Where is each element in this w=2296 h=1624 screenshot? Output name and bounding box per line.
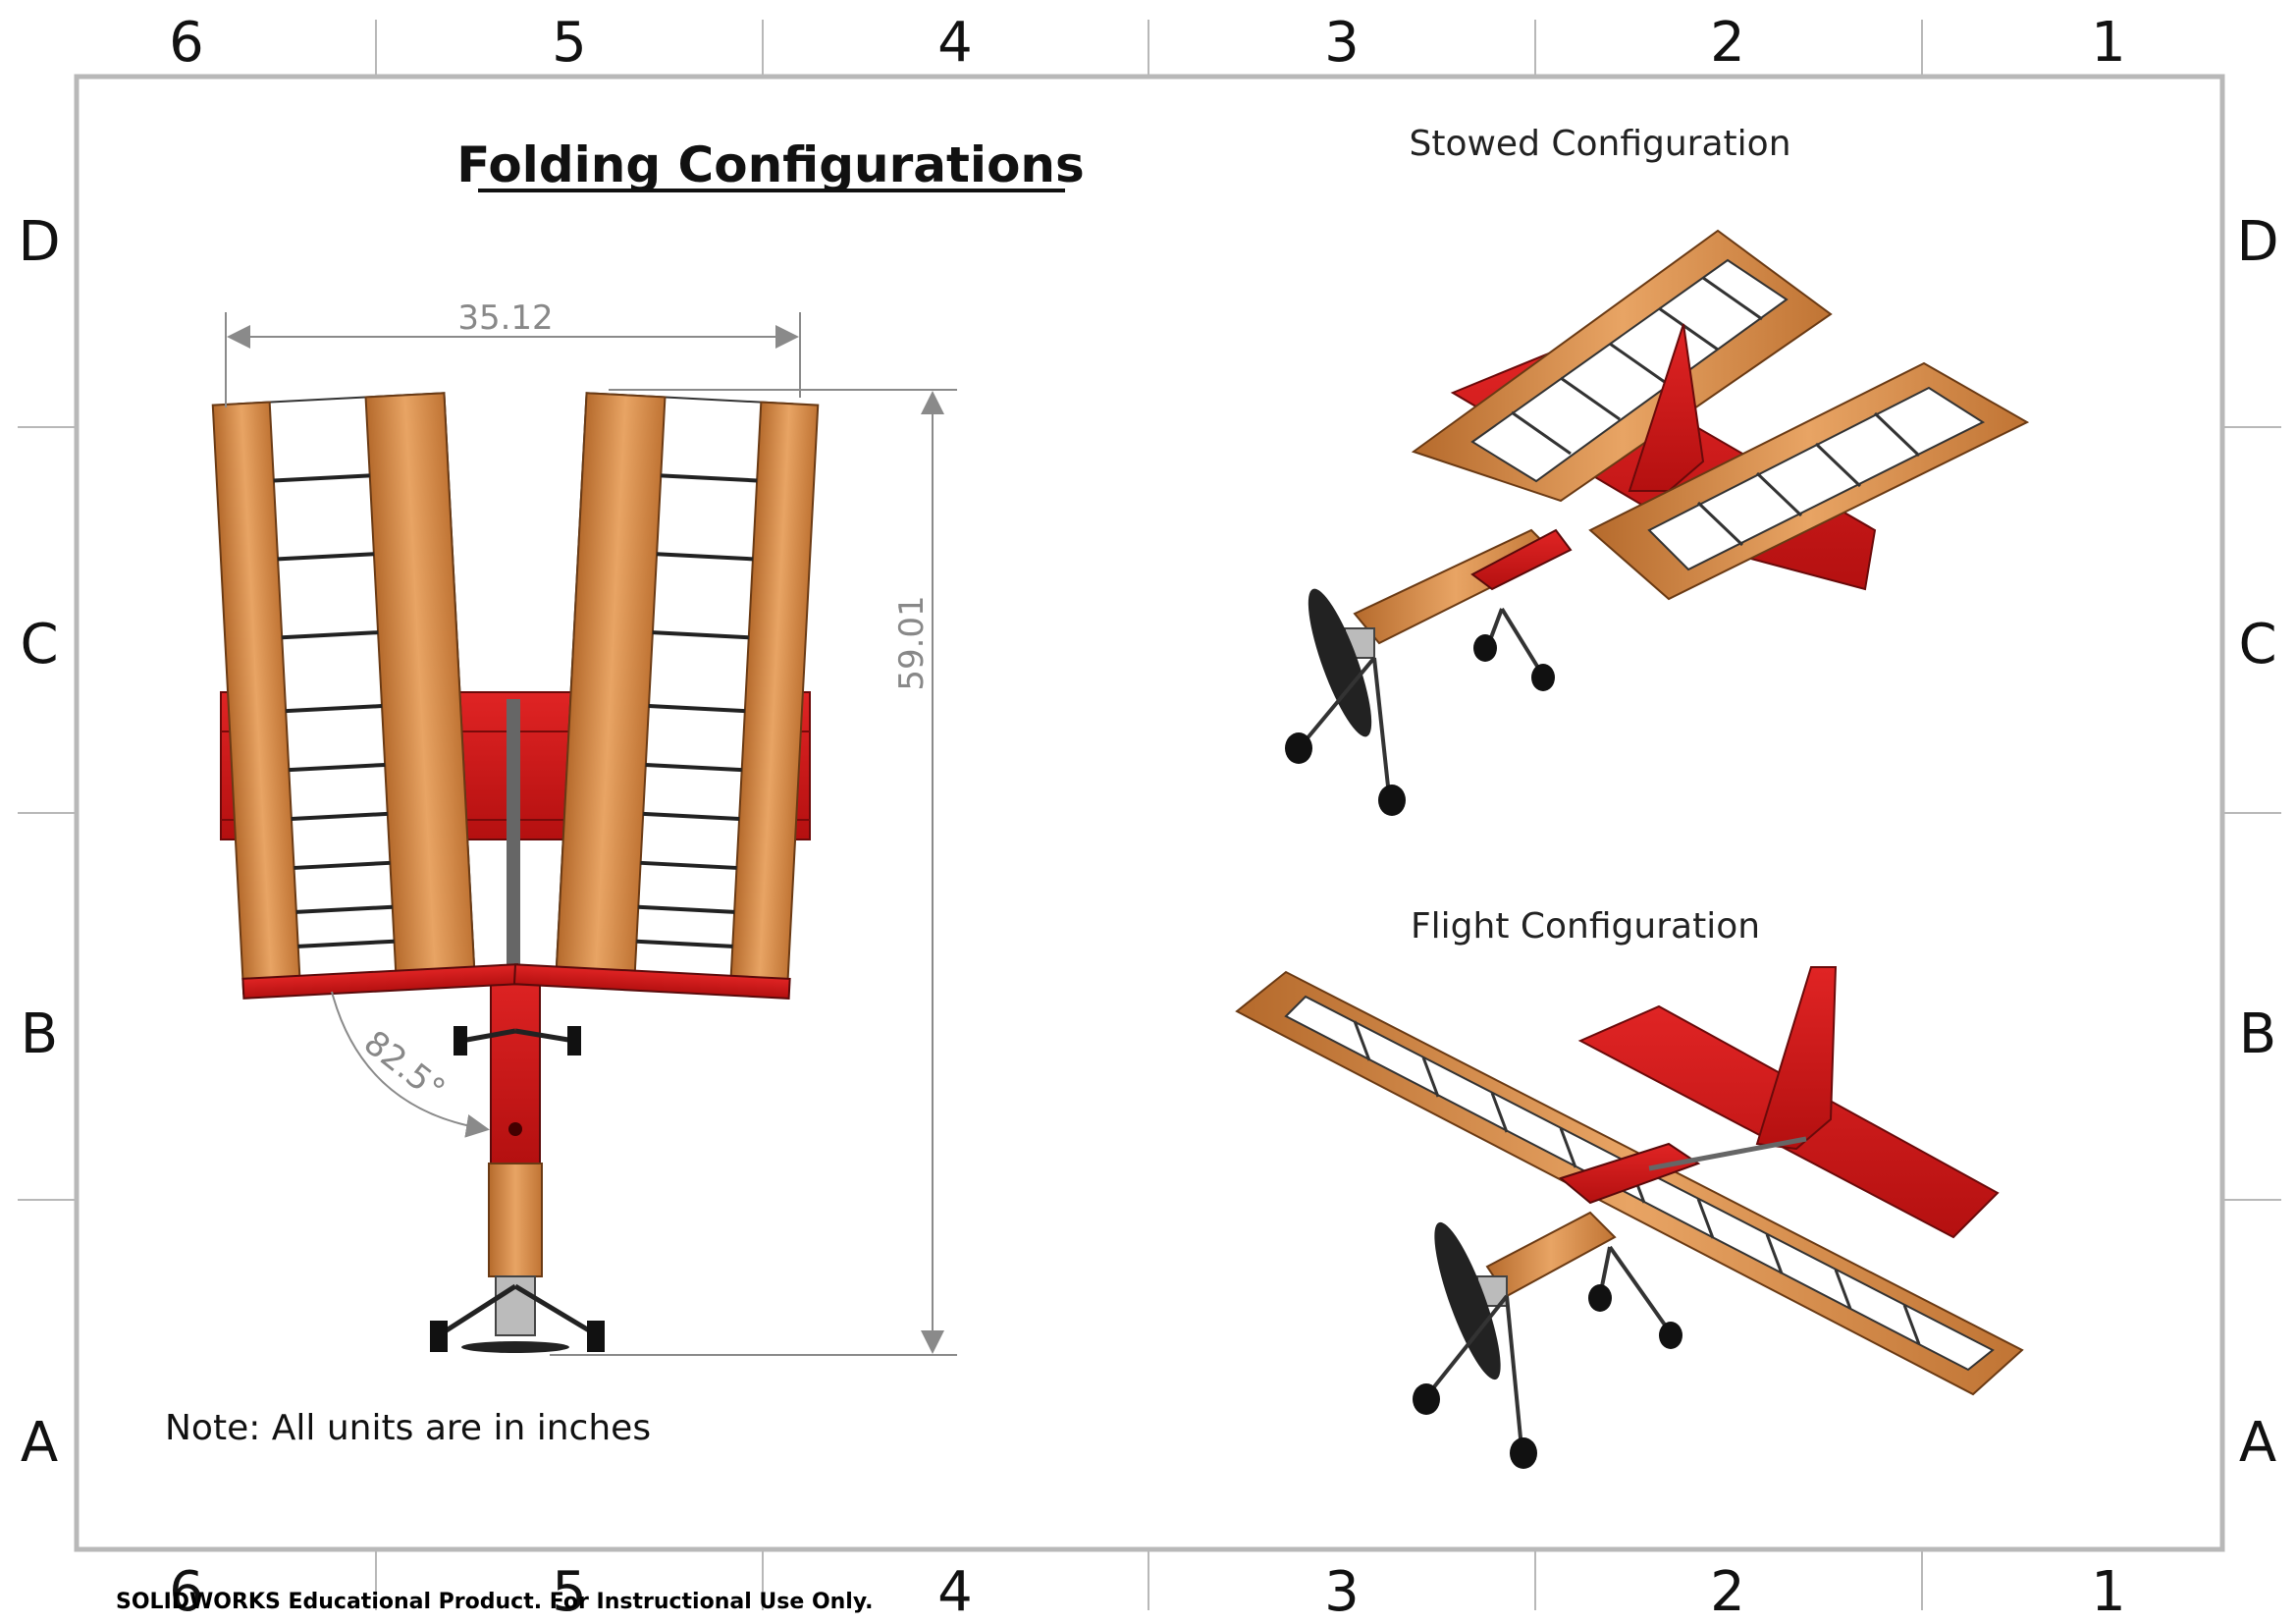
zone-col-label: 6: [169, 11, 204, 75]
zone-col-label: 1: [2091, 11, 2126, 75]
zone-row-label: A: [2239, 1411, 2276, 1475]
fuselage-wood: [488, 1163, 543, 1277]
angle-dimension-value: 82.5°: [356, 1023, 453, 1110]
zone-col-label: 2: [1710, 11, 1745, 75]
zone-col-label: 1: [2091, 1560, 2126, 1624]
zone-col-label: 2: [1710, 1560, 1745, 1624]
zone-col-label: 4: [937, 1560, 973, 1624]
zone-rows-left: D C B A: [18, 210, 60, 1475]
zone-row-label: B: [21, 1002, 58, 1066]
zone-row-label: B: [2239, 1002, 2276, 1066]
page-title: Folding Configurations: [456, 136, 1085, 193]
zone-col-label: 5: [552, 11, 587, 75]
flight-configuration-drawing: [1235, 966, 2024, 1469]
units-note: Note: All units are in inches: [165, 1408, 651, 1448]
tail-boom: [507, 699, 520, 974]
stowed-configuration-label: Stowed Configuration: [1409, 124, 1790, 164]
drawing-sheet: 6 5 4 3 2 1 6 5 4 3 2 1 D C B A D C B A …: [18, 11, 2281, 1624]
motor: [495, 1275, 536, 1336]
width-dimension-value: 35.12: [457, 298, 553, 338]
stowed-configuration-drawing: [1285, 229, 2030, 816]
flight-configuration-label: Flight Configuration: [1411, 906, 1760, 947]
top-view-drawing: [211, 392, 820, 1353]
zone-row-label: C: [20, 613, 58, 677]
zone-rows-right: D C B A: [2236, 210, 2278, 1475]
zone-row-label: A: [21, 1411, 58, 1475]
zone-row-label: D: [2236, 210, 2278, 274]
zone-col-label: 3: [1324, 11, 1360, 75]
zone-col-label: 3: [1324, 1560, 1360, 1624]
zone-row-label: D: [18, 210, 60, 274]
zone-col-label: 4: [937, 11, 973, 75]
zone-row-label: C: [2238, 613, 2276, 677]
length-dimension-value: 59.01: [892, 595, 932, 690]
educational-watermark: SOLIDWORKS Educational Product. For Inst…: [116, 1590, 874, 1614]
